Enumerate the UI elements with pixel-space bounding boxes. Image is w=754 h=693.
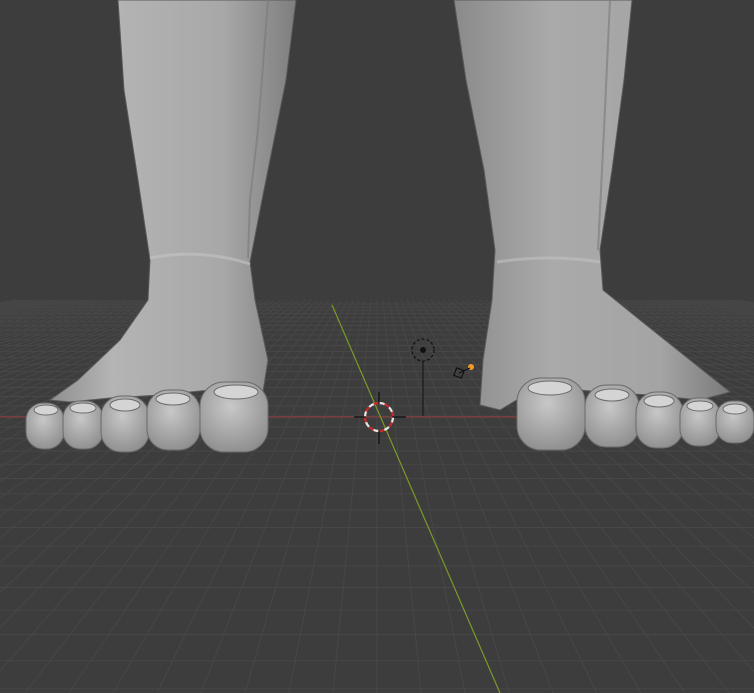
grid-line [712, 299, 754, 309]
grid-line [0, 299, 36, 307]
grid-line [0, 299, 42, 309]
grid-line [706, 299, 754, 310]
right-leg-mesh[interactable] [453, 0, 754, 451]
grid-line [332, 299, 372, 693]
3d-viewport[interactable] [0, 0, 754, 693]
grid-line [718, 299, 754, 307]
grid-line [288, 299, 366, 693]
grid-line [0, 299, 48, 310]
grid-line [388, 299, 466, 693]
grid-line [0, 299, 108, 326]
viewport-canvas[interactable] [0, 0, 754, 693]
